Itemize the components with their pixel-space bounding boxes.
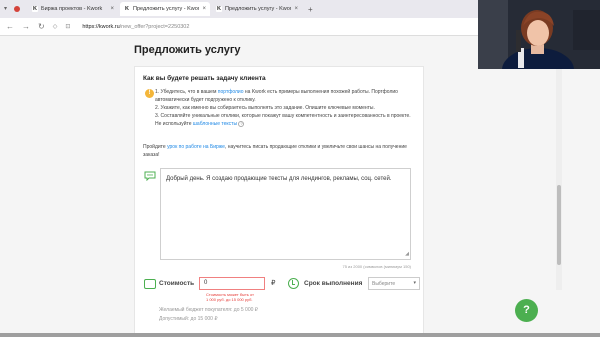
tip-1: 1. Убедитесь, что в вашем портфолио на K… <box>155 88 413 104</box>
tip-1-text: 1. Убедитесь, что в вашем <box>155 89 218 95</box>
offer-message-text: Добрый день. Я создаю продающие тексты д… <box>166 176 392 182</box>
forward-icon[interactable]: → <box>22 22 30 31</box>
webcam-video-image <box>478 0 600 69</box>
browser-tab-1[interactable]: K Биржа проектов - Kwork × <box>28 2 118 16</box>
deadline-label: Срок выполнения <box>304 280 363 287</box>
browser-tab-2[interactable]: K Предложить услугу - Kwork × <box>120 2 210 16</box>
offer-message-textarea[interactable]: Добрый день. Я создаю продающие тексты д… <box>160 168 411 260</box>
back-icon[interactable]: ← <box>6 22 14 31</box>
url-path: /new_offer?project=2250302 <box>119 23 190 30</box>
desired-budget: Желаемый бюджет покупателя: до 5 000 ₽ <box>159 307 258 313</box>
reload-icon[interactable]: ↻ <box>38 22 45 31</box>
chat-bubble-icon <box>144 171 156 181</box>
page-scrollbar[interactable] <box>556 40 562 290</box>
offer-form-card: Как вы будете решать задачу клиента ! 1.… <box>134 66 424 337</box>
template-texts-link[interactable]: шаблонные тексты <box>193 121 237 127</box>
lesson-link[interactable]: урок по работе на Бирже <box>167 144 225 150</box>
scrollbar-thumb[interactable] <box>557 185 561 265</box>
lesson-text: Пройдите <box>143 144 168 150</box>
new-tab-icon[interactable]: + <box>308 5 313 14</box>
character-counter: 75 из 2000 (символов (минимум 150) <box>342 264 412 269</box>
webcam-overlay <box>478 0 600 69</box>
budget-info: Желаемый бюджет покупателя: до 5 000 ₽ Д… <box>159 306 258 324</box>
kwork-favicon-icon: K <box>32 6 38 12</box>
browser-tab-3[interactable]: K Предложить услугу - Kwork × <box>212 2 302 16</box>
page-title: Предложить услугу <box>134 44 241 56</box>
kwork-favicon-icon: K <box>216 6 222 12</box>
deadline-select[interactable]: Выберите ▾ <box>368 277 420 290</box>
kwork-favicon-icon: K <box>124 6 130 12</box>
cost-input[interactable]: 0 <box>199 277 265 290</box>
url-field[interactable]: https://kwork.ru /new_offer?project=2250… <box>82 24 189 30</box>
close-icon[interactable]: × <box>110 6 114 12</box>
tip-2: 2. Укажите, как именно вы собираетесь вы… <box>155 105 375 111</box>
wallet-icon <box>144 279 156 289</box>
shield-icon[interactable]: ◇ <box>53 23 58 30</box>
portfolio-link[interactable]: портфолио <box>218 89 244 95</box>
allowed-budget: Допустимый: до 15 000 ₽ <box>159 316 218 322</box>
url-host: https://kwork.ru <box>82 23 120 30</box>
cost-error-line-2: 1 000 руб. до 15 000 руб. <box>206 297 253 302</box>
tips-list: 1. Убедитесь, что в вашем портфолио на K… <box>155 88 413 128</box>
chevron-down-icon: ▾ <box>413 280 416 286</box>
tab-title: Предложить услугу - Kwork <box>225 6 292 12</box>
section-title: Как вы будете решать задачу клиента <box>143 75 266 82</box>
lesson-note: Пройдите урок по работе на Бирже, научит… <box>143 143 408 159</box>
cost-label: Стоимость <box>159 280 195 287</box>
browser-tab-0[interactable] <box>14 2 24 16</box>
cost-and-deadline-row: Стоимость 0 ₽ Стоимость может быть от 1 … <box>143 277 423 302</box>
currency-symbol: ₽ <box>271 280 276 287</box>
close-icon[interactable]: × <box>294 6 298 12</box>
tab-title: Биржа проектов - Kwork <box>41 6 103 12</box>
help-circle-icon[interactable]: ? <box>238 121 245 127</box>
tab-list-icon[interactable]: ▾ <box>4 5 7 12</box>
resize-handle-icon[interactable]: ◢ <box>405 250 409 258</box>
cost-error: Стоимость может быть от 1 000 руб. до 15… <box>206 292 254 302</box>
lock-icon[interactable]: ⊡ <box>65 23 70 30</box>
clock-icon <box>288 278 299 289</box>
lightbulb-icon: ! <box>145 89 154 98</box>
tab-title: Предложить услугу - Kwork <box>133 6 200 12</box>
bottom-bar <box>0 333 600 337</box>
tip-3: 3. Составляйте уникальные отклики, котор… <box>155 112 413 128</box>
opera-logo-icon <box>14 6 20 12</box>
deadline-select-value: Выберите <box>372 281 396 287</box>
close-icon[interactable]: × <box>202 6 206 12</box>
help-button[interactable]: ? <box>515 299 538 322</box>
